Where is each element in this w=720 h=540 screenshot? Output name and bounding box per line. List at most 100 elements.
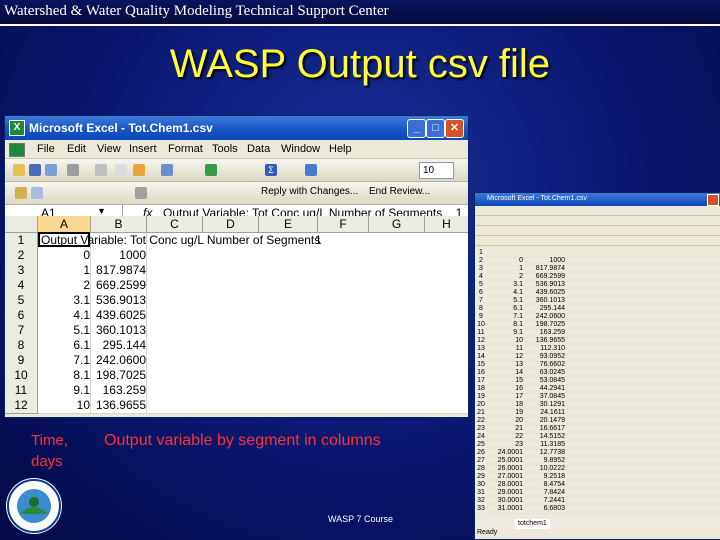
row-header[interactable]: 10 [5, 368, 38, 384]
row-header[interactable]: 7 [5, 323, 38, 339]
close-button[interactable]: ✕ [445, 119, 464, 138]
cell-value[interactable]: 30.1291 [525, 401, 565, 409]
cell-value[interactable]: 7.2441 [525, 497, 565, 505]
review-icon[interactable] [15, 187, 27, 199]
print-icon[interactable] [45, 164, 57, 176]
cell-value[interactable]: 24.1611 [525, 409, 565, 417]
row-header[interactable]: 11 [475, 329, 487, 337]
maximize-button[interactable]: □ [426, 119, 445, 138]
cell-value[interactable]: 817.9874 [525, 265, 565, 273]
cell-value[interactable]: 536.9013 [525, 281, 565, 289]
row-header[interactable]: 5 [475, 281, 487, 289]
cell-value[interactable]: 198.7025 [91, 368, 147, 383]
minimize-button[interactable]: _ [407, 119, 426, 138]
row-header[interactable]: 12 [475, 337, 487, 345]
cell-time[interactable]: 1 [489, 265, 523, 273]
row-header[interactable]: 15 [475, 361, 487, 369]
cell-time[interactable]: 21 [489, 425, 523, 433]
row-header[interactable]: 8 [475, 305, 487, 313]
row-header[interactable]: 7 [475, 297, 487, 305]
cell-value[interactable]: 93.0952 [525, 353, 565, 361]
paste-icon[interactable] [133, 164, 145, 176]
cell-time[interactable]: 2 [38, 278, 91, 293]
row-header[interactable]: 6 [5, 308, 38, 324]
sum-icon[interactable]: Σ [265, 164, 277, 176]
menu-data[interactable]: Data [247, 143, 270, 155]
row-header[interactable]: 25 [475, 441, 487, 449]
row-header[interactable]: 21 [475, 409, 487, 417]
cell-value[interactable]: 1000 [525, 257, 565, 265]
cell-time[interactable]: 15 [489, 377, 523, 385]
cell-time[interactable]: 13 [489, 361, 523, 369]
menu-format[interactable]: Format [168, 143, 203, 155]
cell-value[interactable]: 669.2599 [91, 278, 147, 293]
cell-value[interactable]: 163.259 [91, 383, 147, 398]
active-cell[interactable] [38, 232, 90, 247]
menu-insert[interactable]: Insert [129, 143, 157, 155]
cell-time[interactable]: 0 [38, 248, 91, 263]
column-header[interactable]: D [203, 216, 259, 233]
cell-value[interactable]: 7.8424 [525, 489, 565, 497]
open-icon[interactable] [13, 164, 25, 176]
cell-value[interactable]: 6.6803 [525, 505, 565, 513]
cell-time[interactable]: 4.1 [38, 308, 91, 323]
row-header[interactable]: 33 [475, 505, 487, 513]
cell-time[interactable]: 7.1 [489, 313, 523, 321]
cell-value[interactable]: 37.0845 [525, 393, 565, 401]
cell-value[interactable]: 295.144 [525, 305, 565, 313]
row-header[interactable]: 32 [475, 497, 487, 505]
column-header[interactable]: A [38, 216, 91, 233]
row-header[interactable]: 29 [475, 473, 487, 481]
cell-time[interactable]: 10 [38, 398, 91, 413]
cell-time[interactable]: 30.0001 [489, 497, 523, 505]
cell-time[interactable]: 20 [489, 417, 523, 425]
row-header[interactable]: 20 [475, 401, 487, 409]
cell-value[interactable]: 242.0600 [91, 353, 147, 368]
cell-value[interactable]: 9.2518 [525, 473, 565, 481]
row-header[interactable]: 3 [5, 263, 38, 279]
column-header[interactable]: B [91, 216, 147, 233]
cell-value[interactable]: 439.6025 [525, 289, 565, 297]
row-header[interactable]: 10 [475, 321, 487, 329]
cell-time[interactable]: 19 [489, 409, 523, 417]
cell-value[interactable]: 1000 [91, 248, 147, 263]
cell-time[interactable]: 25.0001 [489, 457, 523, 465]
cell-time[interactable]: 31.0001 [489, 505, 523, 513]
cell-value[interactable]: 360.1013 [525, 297, 565, 305]
row-header[interactable]: 2 [5, 248, 38, 264]
cell-time[interactable]: 5.1 [489, 297, 523, 305]
column-header[interactable]: E [259, 216, 318, 233]
row-header[interactable]: 13 [475, 345, 487, 353]
save-icon[interactable] [29, 164, 41, 176]
column-header[interactable]: F [318, 216, 369, 233]
row-header[interactable]: 31 [475, 489, 487, 497]
cell-value[interactable]: 20.1479 [525, 417, 565, 425]
cell-value[interactable]: 9.8952 [525, 457, 565, 465]
cell-time[interactable]: 17 [489, 393, 523, 401]
row-header[interactable]: 9 [475, 313, 487, 321]
sheet-tab[interactable]: totchem1 [515, 519, 550, 529]
cell-time[interactable]: 8.1 [38, 368, 91, 383]
menu-window[interactable]: Window [281, 143, 320, 155]
row-header[interactable]: 28 [475, 465, 487, 473]
cell-time[interactable]: 23 [489, 441, 523, 449]
cell-value[interactable]: 439.6025 [91, 308, 147, 323]
row-header[interactable]: 2 [475, 257, 487, 265]
row-header[interactable]: 26 [475, 449, 487, 457]
cell-time[interactable]: 8.1 [489, 321, 523, 329]
cell-time[interactable]: 10 [489, 337, 523, 345]
cell-value[interactable]: 16.6617 [525, 425, 565, 433]
menu-edit[interactable]: Edit [67, 143, 86, 155]
cell-value[interactable]: 360.1013 [91, 323, 147, 338]
cell-time[interactable]: 28.0001 [489, 481, 523, 489]
cell-time[interactable]: 9.1 [38, 383, 91, 398]
menu-tools[interactable]: Tools [212, 143, 238, 155]
menu-file[interactable]: File [37, 143, 55, 155]
cell-value[interactable]: 669.2599 [525, 273, 565, 281]
row-header[interactable]: 4 [475, 273, 487, 281]
comment-icon[interactable] [31, 187, 43, 199]
cell-time[interactable]: 4.1 [489, 289, 523, 297]
cell-time[interactable]: 24.0001 [489, 449, 523, 457]
cell-value[interactable]: 10.0222 [525, 465, 565, 473]
chart-icon[interactable] [205, 164, 217, 176]
